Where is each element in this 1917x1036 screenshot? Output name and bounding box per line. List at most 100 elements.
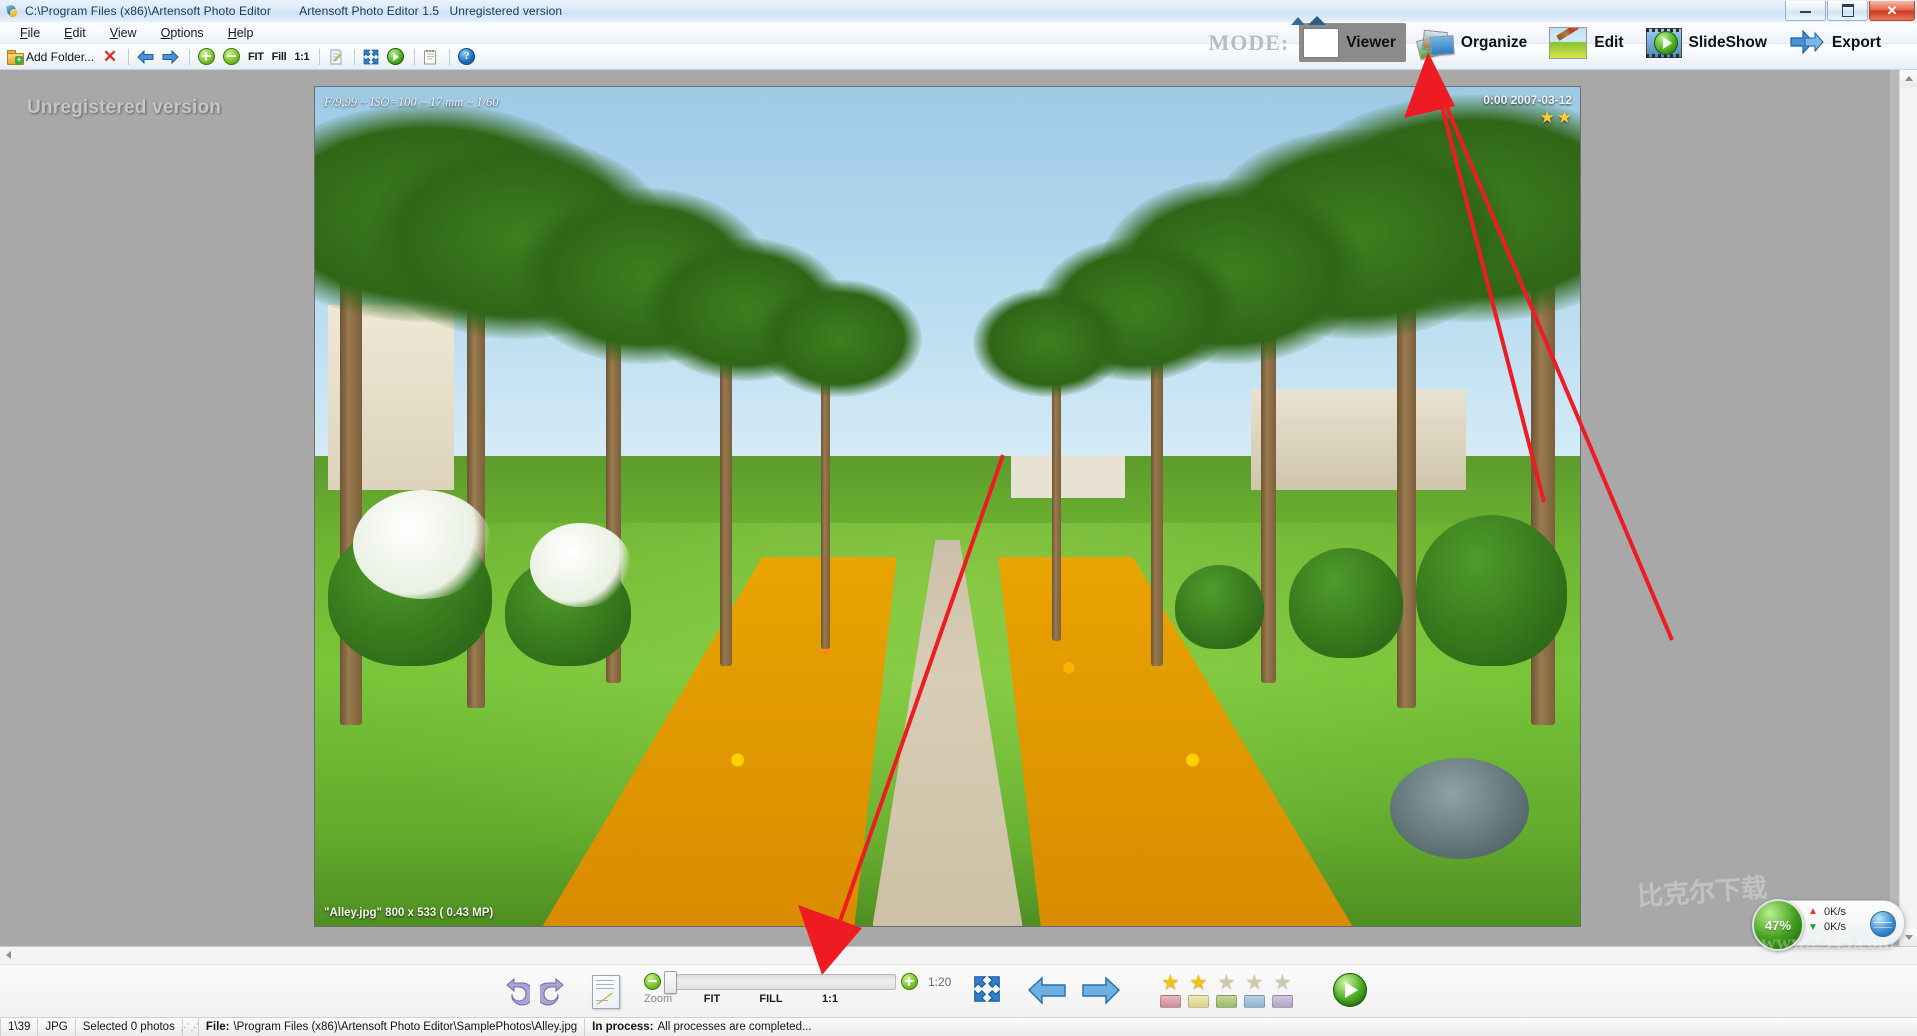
status-process: In process: All processes are completed.… — [584, 1018, 1917, 1036]
maximize-restore-button[interactable] — [1827, 1, 1868, 21]
color-chip-blue[interactable] — [1243, 995, 1265, 1008]
zoom-fit-button[interactable]: FIT — [245, 46, 267, 68]
add-folder-button[interactable]: + Add Folder... — [4, 46, 97, 68]
status-file-value: \Program Files (x86)\Artensoft Photo Edi… — [233, 1021, 578, 1033]
mode-button-edit[interactable]: Edit — [1545, 23, 1633, 62]
network-monitor-widget[interactable]: 47% ▲ ▼ 0K/s 0K/s — [1752, 899, 1905, 951]
next-photo-button[interactable] — [159, 46, 182, 68]
mode-button-export[interactable]: Export — [1785, 23, 1891, 62]
horizontal-scrollbar[interactable] — [0, 946, 1917, 966]
star-icon: ★ — [1272, 971, 1292, 994]
fullscreen-four-arrows-icon — [363, 49, 379, 65]
photo-exif-overlay: F/9,99 ~ ISO=100 ~ 17 mm ~ 1/60 — [324, 95, 499, 109]
photo-filename-overlay: "Alley.jpg" 800 x 533 ( 0.43 MP) — [324, 907, 494, 919]
color-chip-purple[interactable] — [1271, 995, 1293, 1008]
toolbar-separator — [319, 48, 321, 65]
photo-image: F/9,99 ~ ISO=100 ~ 17 mm ~ 1/60 "Alley.j… — [315, 87, 1580, 926]
status-bar: 1\39 JPG Selected 0 photos ⋰⋰ File: \Pro… — [0, 1017, 1917, 1036]
zoom-in-button[interactable] — [901, 973, 918, 990]
zoom-ratio-label: 1:20 — [928, 974, 952, 989]
rating-star-4[interactable]: ★ — [1241, 972, 1267, 1008]
mode-label-export: Export — [1831, 33, 1881, 51]
brush-landscape-icon — [1549, 26, 1588, 59]
photo-canvas[interactable]: F/9,99 ~ ISO=100 ~ 17 mm ~ 1/60 "Alley.j… — [314, 86, 1581, 927]
green-plus-circle-icon — [198, 48, 216, 65]
vertical-scrollbar[interactable] — [1899, 70, 1917, 946]
zoom-slider-handle[interactable] — [664, 970, 677, 994]
photo-viewer-area[interactable]: F/9,99 ~ ISO=100 ~ 17 mm ~ 1/60 "Alley.j… — [298, 70, 1890, 946]
slideshow-start-button[interactable] — [384, 46, 407, 68]
scroll-up-button[interactable] — [1900, 70, 1917, 87]
minimize-button[interactable] — [1785, 1, 1826, 21]
menu-file[interactable]: File — [8, 24, 52, 42]
zoom-slider[interactable] — [664, 970, 896, 994]
fullscreen-four-arrows-icon — [974, 976, 1001, 1002]
window-buttons: ✕ — [1784, 1, 1915, 21]
zoom-fill-button[interactable]: Fill — [269, 46, 290, 68]
blue-arrow-left-icon — [137, 49, 154, 64]
zoom-in-button[interactable] — [195, 46, 218, 68]
fullscreen-toggle-button[interactable] — [973, 975, 1001, 1003]
menu-options[interactable]: Options — [149, 24, 216, 42]
blue-arrow-left-large-icon — [1028, 976, 1067, 1005]
window-title: C:\Program Files (x86)\Artensoft Photo E… — [25, 4, 562, 18]
help-button[interactable]: ? — [455, 46, 478, 68]
mode-label-viewer: Viewer — [1346, 33, 1396, 51]
remove-photo-button[interactable]: ✕ — [99, 46, 121, 68]
mode-button-viewer[interactable]: Viewer — [1291, 15, 1406, 62]
rating-star-1[interactable]: ★ — [1157, 971, 1183, 1008]
start-slideshow-button[interactable] — [1333, 973, 1368, 1007]
window-title-app: Artensoft Photo Editor 1.5 — [299, 4, 440, 18]
zoom-fit-button[interactable]: FIT — [684, 993, 740, 1005]
bottom-control-bar: ⟋ 1:20 Zoom FIT FILL 1:1 ★ ★ ★ ★ ★ — [0, 964, 1917, 1018]
zoom-out-button[interactable] — [220, 46, 243, 68]
scroll-left-button[interactable] — [0, 947, 17, 963]
menu-help[interactable]: Help — [216, 24, 266, 42]
color-chip-yellow[interactable] — [1187, 995, 1209, 1008]
notes-button[interactable] — [420, 46, 442, 68]
rotate-cw-button[interactable] — [540, 977, 570, 1007]
mode-button-organize[interactable]: Organize — [1414, 23, 1537, 62]
rating-star-5[interactable]: ★ — [1269, 971, 1295, 1008]
toolbar-separator — [414, 48, 416, 65]
toolbar-separator — [128, 48, 130, 65]
zoom-out-button[interactable] — [644, 973, 661, 990]
mode-label-organize: Organize — [1460, 33, 1528, 51]
color-chip-green[interactable] — [1215, 995, 1237, 1008]
menu-edit[interactable]: Edit — [52, 24, 98, 42]
fullscreen-button[interactable] — [360, 46, 382, 68]
mode-button-slideshow[interactable]: SlideShow — [1642, 23, 1777, 62]
network-globe-icon[interactable] — [1870, 911, 1896, 937]
status-process-key: In process: — [592, 1021, 654, 1033]
zoom-fill-label: Fill — [271, 50, 287, 63]
rating-star: ★ — [1539, 108, 1555, 127]
rotate-counterclockwise-icon — [506, 977, 530, 1005]
rate-values: 0K/s 0K/s — [1824, 906, 1846, 933]
close-button[interactable]: ✕ — [1869, 1, 1915, 21]
zoom-fill-button[interactable]: FILL — [740, 993, 802, 1005]
previous-photo-button[interactable] — [134, 46, 157, 68]
rating-star-3[interactable]: ★ — [1213, 972, 1239, 1008]
color-chip-red[interactable] — [1159, 995, 1181, 1008]
triangle-up-icon — [1904, 76, 1913, 81]
rename-button[interactable] — [325, 46, 347, 68]
window-title-license: Unregistered version — [449, 4, 563, 18]
rating-star-2[interactable]: ★ — [1185, 972, 1211, 1008]
restore-icon — [1841, 4, 1854, 17]
rate-arrows: ▲ ▼ — [1808, 907, 1818, 933]
zoom-actual-button[interactable]: 1:1 — [291, 46, 312, 68]
next-photo-button-large[interactable] — [1081, 975, 1121, 1005]
status-selection: Selected 0 photos — [76, 1018, 183, 1036]
star-icon: ★ — [1160, 971, 1180, 994]
previous-photo-button-large[interactable] — [1027, 975, 1067, 1005]
rotate-ccw-button[interactable] — [500, 977, 530, 1007]
application-window: C:\Program Files (x86)\Artensoft Photo E… — [0, 0, 1917, 1036]
window-title-path: C:\Program Files (x86)\Artensoft Photo E… — [25, 4, 271, 18]
mode-label-slideshow: SlideShow — [1688, 33, 1767, 51]
status-file: File: \Program Files (x86)\Artensoft Pho… — [199, 1018, 584, 1036]
menu-view[interactable]: View — [98, 24, 149, 42]
zoom-actual-button[interactable]: 1:1 — [802, 993, 858, 1005]
upload-rate: 0K/s — [1824, 906, 1847, 918]
rename-photo-button[interactable]: ⟋ — [592, 974, 620, 1009]
blue-question-help-icon: ? — [458, 48, 476, 65]
